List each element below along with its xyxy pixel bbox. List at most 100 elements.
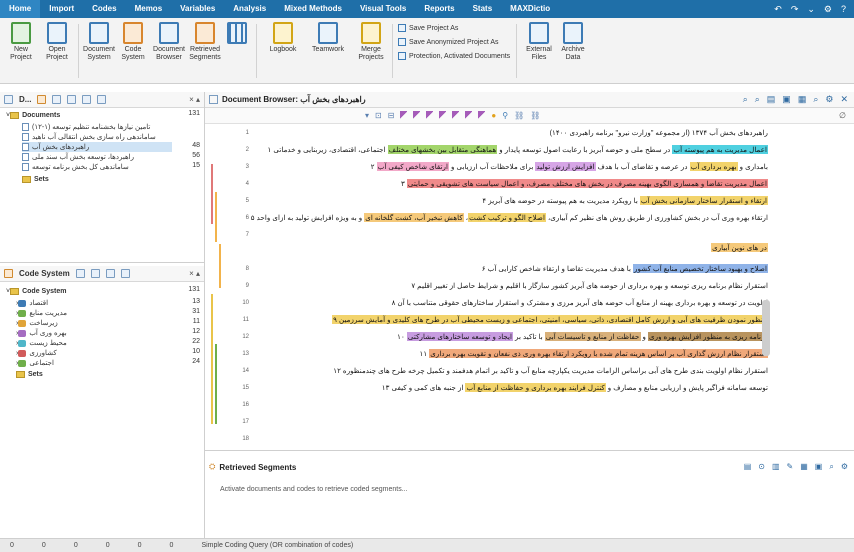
chart-icon[interactable]: ▦: [800, 462, 808, 472]
print-icon[interactable]: ▤: [767, 94, 776, 105]
retrieved-segments-button[interactable]: Retrieved Segments: [188, 22, 222, 62]
document-paragraph[interactable]: منظور نمودن ظرفیت های آبی و ارزش کامل اق…: [332, 314, 768, 326]
export-icon[interactable]: ▣: [815, 462, 823, 472]
gear-icon[interactable]: [97, 95, 107, 104]
search-icon[interactable]: ⌕: [755, 94, 760, 105]
coded-segment[interactable]: اعمال مدیریت به هم پیوسته آب: [672, 145, 768, 154]
menu-item-mixed-methods[interactable]: Mixed Methods: [275, 0, 351, 18]
save-anonymized-button[interactable]: Save Anonymized Project As: [398, 38, 499, 46]
menu-item-visual-tools[interactable]: Visual Tools: [351, 0, 415, 18]
code-item[interactable]: › بهره وری آب: [16, 328, 67, 338]
vertical-scrollbar[interactable]: [762, 300, 770, 356]
document-paragraph[interactable]: اولویت در توسعه و بهره برداری بهینه از م…: [392, 297, 768, 309]
undo-icon[interactable]: ↶: [774, 4, 782, 15]
search-icon[interactable]: ⌕: [829, 462, 833, 472]
gear-icon[interactable]: ⚙: [824, 4, 832, 15]
document-item[interactable]: ساماندهی راه سازی بخش انتقالی آب ناهید: [22, 132, 172, 142]
merge-projects-button[interactable]: Merge Projects: [354, 22, 388, 62]
coded-segment[interactable]: در های نوین آبیاری: [711, 243, 768, 252]
external-files-button[interactable]: External Files: [522, 22, 556, 62]
panel-divider[interactable]: [0, 262, 204, 263]
document-paragraph[interactable]: در های نوین آبیاری: [711, 242, 768, 254]
coded-segment[interactable]: اصلاح و بهبود ساختار تخصیص منابع آب کشور: [632, 264, 768, 273]
code-item[interactable]: › مدیریت منابع: [16, 308, 67, 318]
pin-icon[interactable]: ⚲: [502, 111, 508, 120]
document-system-button[interactable]: Document System: [82, 22, 116, 62]
menu-item-analysis[interactable]: Analysis: [224, 0, 275, 18]
document-paragraph[interactable]: اعمال مدیریت تقاضا و همسازی الگوی بهینه …: [401, 178, 768, 190]
help-icon[interactable]: ?: [841, 4, 846, 15]
code-tree-root[interactable]: ˅ Code System: [6, 286, 66, 296]
code-set-icon[interactable]: [90, 269, 100, 278]
menu-item-codes[interactable]: Codes: [83, 0, 125, 18]
coded-segment[interactable]: افزایش ارزش تولید: [535, 162, 596, 171]
coded-segment[interactable]: کاهش تبخیر آب، کشت گلخانه ای: [364, 213, 464, 222]
new-code-icon[interactable]: [75, 269, 85, 278]
coded-segment[interactable]: بهره برداری آب: [689, 162, 738, 171]
coded-segment[interactable]: ارتقاء و استقرار ساختار سازمانی بخش آب: [639, 196, 768, 205]
code-item[interactable]: › زیرساخت: [16, 318, 58, 328]
document-paragraph[interactable]: اعمال مدیریت به هم پیوسته آب در سطح ملی …: [268, 144, 768, 156]
redo-icon[interactable]: ↷: [791, 4, 799, 15]
gear-icon[interactable]: [120, 269, 130, 278]
chevron-down-icon[interactable]: ⌄: [807, 4, 815, 15]
menu-item-import[interactable]: Import: [40, 0, 83, 18]
import-icon[interactable]: [67, 95, 77, 104]
document-icon[interactable]: ▥: [772, 462, 780, 472]
link-icon[interactable]: ⛓: [514, 111, 524, 120]
coded-segment[interactable]: منظور نمودن ظرفیت های آبی و ارزش کامل اق…: [332, 315, 768, 324]
code-dropdown[interactable]: ▾: [365, 111, 369, 120]
code-icon[interactable]: ✎: [787, 462, 794, 472]
open-project-button[interactable]: Open Project: [40, 22, 74, 62]
code-item[interactable]: › اقتصاد: [16, 298, 48, 308]
highlighter-icon[interactable]: [426, 111, 434, 120]
close-icon[interactable]: ✕: [840, 94, 848, 105]
search-icon[interactable]: ⌕: [743, 94, 748, 105]
coded-segment[interactable]: اصلاح الگو و ترکیب کشت: [468, 213, 546, 222]
layout-button[interactable]: [222, 22, 252, 46]
coded-segment[interactable]: استقرار نظام ارزش گذاری آب بر اساس هزینه…: [429, 349, 768, 358]
document-item[interactable]: راهبردهای بخش آب: [22, 142, 172, 152]
document-item[interactable]: ساماندهی کل بخش برنامه توسعه: [22, 162, 172, 172]
menu-item-home[interactable]: Home: [0, 0, 41, 18]
document-paragraph[interactable]: ارتقاء بهره وری آب در بخش کشاورزی از طری…: [251, 212, 768, 224]
document-paragraph[interactable]: استقرار نظام اولویت بندی طرح های آبی برا…: [333, 365, 768, 377]
menu-item-variables[interactable]: Variables: [171, 0, 224, 18]
highlighter-icon[interactable]: [400, 111, 408, 120]
coded-segment[interactable]: هماهنگی متقابل بین بخشهای مختلف: [387, 145, 498, 154]
archive-data-button[interactable]: Archive Data: [556, 22, 590, 62]
export-icon[interactable]: ▣: [782, 94, 791, 105]
coded-segment[interactable]: برنامه ریزی به منظور افزایش بهره وری: [647, 332, 768, 341]
filter-icon[interactable]: ▤: [744, 462, 752, 472]
teamwork-button[interactable]: Teamwork: [308, 22, 348, 54]
edit-icon[interactable]: ∅: [839, 111, 846, 120]
document-paragraph[interactable]: توسعه سامانه فراگیر پایش و ارزیابی منابع…: [382, 382, 768, 394]
logbook-button[interactable]: Logbook: [266, 22, 300, 54]
coded-segment[interactable]: حفاظت از منابع و تاسیسات آبی: [544, 332, 641, 341]
code-item[interactable]: › محیط زیست: [16, 338, 67, 348]
panel-divider[interactable]: [205, 450, 854, 451]
gear-icon[interactable]: ⚙: [841, 462, 848, 472]
document-paragraph[interactable]: ارتقاء و استقرار ساختار سازمانی بخش آب ب…: [482, 195, 768, 207]
new-project-button[interactable]: New Project: [4, 22, 38, 62]
coded-segment[interactable]: ایجاد و توسعه ساختارهای مشارکتی: [406, 332, 514, 341]
document-paragraph[interactable]: اصلاح و بهبود ساختار تخصیص منابع آب کشور…: [482, 263, 768, 275]
document-paragraph[interactable]: استقرار نظام ارزش گذاری آب بر اساس هزینه…: [420, 348, 768, 360]
document-paragraph[interactable]: راهبردهای بخش آب ۱۳۷۴ (از مجموعه "وزارت …: [550, 127, 768, 139]
coded-segment[interactable]: اعمال مدیریت تقاضا و همسازی الگوی بهینه …: [406, 179, 768, 188]
coded-segment[interactable]: کنترل فرایند بهره برداری و حفاظت از مناب…: [465, 383, 606, 392]
highlighter-icon[interactable]: [439, 111, 447, 120]
link-icon[interactable]: ⛓: [530, 111, 540, 120]
document-text-area[interactable]: 1 2 3 4 5 6 7 8 9 10 11 12 13 14 15 16 17 18 راهبردهای بخش…: [205, 124, 854, 450]
document-item[interactable]: راهبردها، توسعه بخش آب سند ملی: [22, 152, 172, 162]
activate-icon[interactable]: ⊙: [758, 462, 765, 472]
code-system-button[interactable]: Code System: [116, 22, 150, 62]
code-item[interactable]: › اجتماعی: [16, 358, 54, 368]
menu-item-stats[interactable]: Stats: [464, 0, 502, 18]
highlighter-icon[interactable]: [465, 111, 473, 120]
search-icon[interactable]: [82, 95, 92, 104]
code-item[interactable]: › کشاورزی: [16, 348, 57, 358]
highlighter-icon[interactable]: [478, 111, 486, 120]
document-paragraph[interactable]: بامداری و بهره برداری آب در عرصه و تقاضا…: [371, 161, 768, 173]
bookmark-icon[interactable]: ▦: [798, 94, 807, 105]
